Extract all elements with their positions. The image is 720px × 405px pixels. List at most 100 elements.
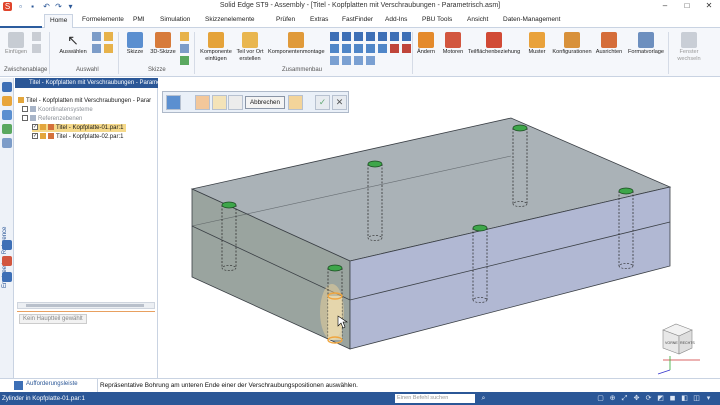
viewcube-face-rechts[interactable]: RECHTS xyxy=(680,341,695,345)
search-icon[interactable]: ⌕ xyxy=(479,394,488,403)
pan-icon[interactable]: ✥ xyxy=(632,394,641,403)
checkbox[interactable] xyxy=(22,106,28,113)
tab-home[interactable]: Home xyxy=(44,14,74,29)
muster-button[interactable]: Muster xyxy=(524,30,550,56)
select-tools-tab-icon[interactable] xyxy=(2,256,12,266)
relationship-icon[interactable] xyxy=(402,44,411,53)
rotate-icon[interactable]: ⟳ xyxy=(644,394,653,403)
relationship-icon[interactable] xyxy=(342,44,351,53)
tab-ansicht[interactable]: Ansicht xyxy=(467,16,488,23)
tab-skizzenelemente[interactable]: Skizzenelemente xyxy=(205,16,255,23)
formatvorlage-button[interactable]: Formatvorlage xyxy=(626,30,666,56)
relationship-icon[interactable] xyxy=(366,44,375,53)
relationship-icon[interactable] xyxy=(330,32,339,41)
einfuegen-button[interactable]: Einfügen xyxy=(3,30,29,56)
select-hide-icon[interactable] xyxy=(104,32,113,41)
tab-formelemente[interactable]: Formelemente xyxy=(82,16,124,23)
zoom-area-icon[interactable]: ▢ xyxy=(596,394,605,403)
help-tab-icon[interactable] xyxy=(2,272,12,282)
tab-add-ins[interactable]: Add-Ins xyxy=(385,16,407,23)
maximize-button[interactable]: □ xyxy=(676,0,698,12)
tab-extras[interactable]: Extras xyxy=(310,16,328,23)
tab-pruefen[interactable]: Prüfen xyxy=(276,16,295,23)
motoren-button[interactable]: Motoren xyxy=(440,30,466,56)
cancel-icon[interactable]: ✕ xyxy=(332,95,347,110)
fenster-wechseln-button[interactable]: Fenster wechseln xyxy=(672,30,706,62)
select-filter-icon[interactable] xyxy=(92,32,101,41)
tree-part-2[interactable]: ✓ Titel - Kopfplatte-02.par:1 xyxy=(32,133,123,141)
relationship-icon[interactable] xyxy=(402,32,411,41)
cut-icon[interactable] xyxy=(32,32,41,41)
close-button[interactable]: ✕ xyxy=(698,0,720,12)
tab-daten-management[interactable]: Daten-Management xyxy=(503,16,560,23)
relationship-icon[interactable] xyxy=(366,56,375,65)
konfigurationen-button[interactable]: Konfigurationen xyxy=(551,30,593,56)
fit-icon[interactable]: ⤢ xyxy=(620,394,629,403)
komponente-einfuegen-button[interactable]: Komponente einfügen xyxy=(198,30,234,62)
relationship-icon[interactable] xyxy=(366,32,375,41)
parts-library-tab-icon[interactable] xyxy=(2,110,12,120)
sketch-tool-icon[interactable] xyxy=(180,44,189,53)
copy-icon[interactable] xyxy=(32,44,41,53)
list-step-icon[interactable] xyxy=(228,95,243,110)
tree-koordinatensysteme[interactable]: Koordinatensysteme xyxy=(22,106,93,114)
relationship-icon[interactable] xyxy=(330,44,339,53)
relationship-icon[interactable] xyxy=(390,32,399,41)
skizze-3d-button[interactable]: 3D-Skizze xyxy=(149,30,177,56)
relationship-icon[interactable] xyxy=(354,32,363,41)
select-show-icon[interactable] xyxy=(104,44,113,53)
checkbox[interactable] xyxy=(22,115,28,122)
relationship-icon[interactable] xyxy=(354,44,363,53)
preview-icon[interactable] xyxy=(288,95,303,110)
sketch-tool-icon[interactable] xyxy=(180,32,189,41)
relationship-icon[interactable] xyxy=(378,44,387,53)
checkbox[interactable]: ✓ xyxy=(32,124,38,131)
teilflaechenbeziehung-button[interactable]: Teilflächenbeziehung xyxy=(468,30,520,56)
accept-icon[interactable]: ✓ xyxy=(315,95,330,110)
teil-vor-ort-button[interactable]: Teil vor Ort erstellen xyxy=(234,30,266,62)
pathfinder-header[interactable]: Titel - Kopfplatten mit Verschraubungen … xyxy=(15,78,158,88)
tab-simulation[interactable]: Simulation xyxy=(160,16,190,23)
tab-pmi[interactable]: PMI xyxy=(133,16,145,23)
relationship-icon[interactable] xyxy=(390,44,399,53)
select-box-icon[interactable] xyxy=(92,44,101,53)
shaded-view-icon[interactable]: ◼ xyxy=(668,394,677,403)
skizze-button[interactable]: Skizze xyxy=(122,30,148,56)
display-icon[interactable]: ◧ xyxy=(680,394,689,403)
komponentenmontage-button[interactable]: Komponentenmontage xyxy=(268,30,325,56)
tree-root[interactable]: Titel - Kopfplatten mit Verschraubungen … xyxy=(18,97,151,105)
family-tab-icon[interactable] xyxy=(2,138,12,148)
tree-part-1[interactable]: ✓ Titel - Kopfplatte-01.par:1 xyxy=(32,124,127,132)
select-step-icon[interactable] xyxy=(195,95,210,110)
tab-pbu-tools[interactable]: PBU Tools xyxy=(422,16,452,23)
minimize-button[interactable]: – xyxy=(654,0,676,12)
view-options-icon[interactable]: ▾ xyxy=(704,394,713,403)
tab-fastfinder[interactable]: FastFinder xyxy=(342,16,373,23)
aendern-button[interactable]: Ändern xyxy=(414,30,438,56)
command-finder-input[interactable]: Einen Befehl suchen xyxy=(395,394,475,403)
zoom-icon[interactable]: ⊕ xyxy=(608,394,617,403)
graphics-viewport[interactable]: VORNE RECHTS xyxy=(160,78,720,378)
sketch-tool-icon[interactable] xyxy=(180,56,189,65)
prompt-bar-label[interactable]: Aufforderungsleiste xyxy=(26,381,78,387)
relationship-icon[interactable] xyxy=(330,56,339,65)
pathfinder-scrollbar[interactable] xyxy=(17,302,155,309)
pane-divider[interactable] xyxy=(17,311,155,312)
relationship-icon[interactable] xyxy=(354,56,363,65)
assembly-model[interactable]: VORNE RECHTS xyxy=(160,78,720,378)
view-cube[interactable] xyxy=(657,323,700,375)
checkbox[interactable]: ✓ xyxy=(32,133,38,140)
feature-library-tab-icon[interactable] xyxy=(2,124,12,134)
pathfinder-tab-icon[interactable] xyxy=(2,82,12,92)
ausrichten-button[interactable]: Ausrichten xyxy=(594,30,624,56)
viewcube-face-vorne[interactable]: VORNE xyxy=(665,341,678,345)
tree-referenzebenen[interactable]: Referenzebenen xyxy=(22,115,82,123)
options-step-icon[interactable] xyxy=(212,95,227,110)
auswaehlen-button[interactable]: ↖ Auswählen xyxy=(56,30,90,56)
bolt-connection-icon[interactable] xyxy=(166,95,181,110)
relationship-icon[interactable] xyxy=(378,32,387,41)
abbrechen-button[interactable]: Abbrechen xyxy=(245,96,285,109)
sensors-tab-icon[interactable] xyxy=(2,240,12,250)
relationship-icon[interactable] xyxy=(342,32,351,41)
view-style-icon[interactable]: ◫ xyxy=(692,394,701,403)
